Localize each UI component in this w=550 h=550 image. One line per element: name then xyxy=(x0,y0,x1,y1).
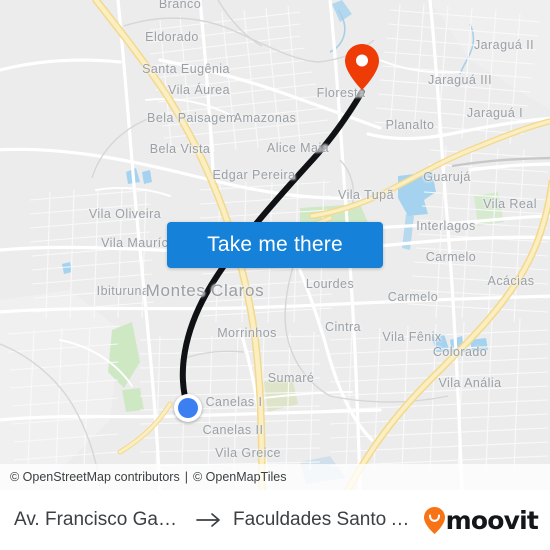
attribution-osm[interactable]: © OpenStreetMap contributors xyxy=(10,470,180,484)
attribution-separator: | xyxy=(184,470,188,484)
route-endpoints[interactable]: Av. Francisco Gaetani, … Faculdades Sant… xyxy=(14,509,416,531)
moovit-pin-icon xyxy=(423,506,445,534)
destination-name: Faculdades Santo Agosti… xyxy=(233,509,416,530)
moovit-trip-map-screen: Branco Eldorado Santa Eugênia Vila Áurea Bel… xyxy=(0,0,550,550)
map-canvas[interactable]: Branco Eldorado Santa Eugênia Vila Áurea Bel… xyxy=(0,0,550,490)
trip-summary-bar: Av. Francisco Gaetani, … Faculdades Sant… xyxy=(0,490,550,550)
take-me-there-button[interactable]: Take me there xyxy=(167,222,383,268)
origin-dot-icon[interactable] xyxy=(174,394,202,422)
origin-name: Av. Francisco Gaetani, … xyxy=(14,509,185,530)
origin-dot-core xyxy=(178,398,198,418)
moovit-wordmark: moovit xyxy=(445,505,539,535)
arrow-right-icon xyxy=(196,512,222,528)
moovit-logo[interactable]: moovit xyxy=(423,505,539,535)
attribution-maptiles[interactable]: © OpenMapTiles xyxy=(193,470,287,484)
map-attribution: © OpenStreetMap contributors | © OpenMap… xyxy=(0,464,550,490)
